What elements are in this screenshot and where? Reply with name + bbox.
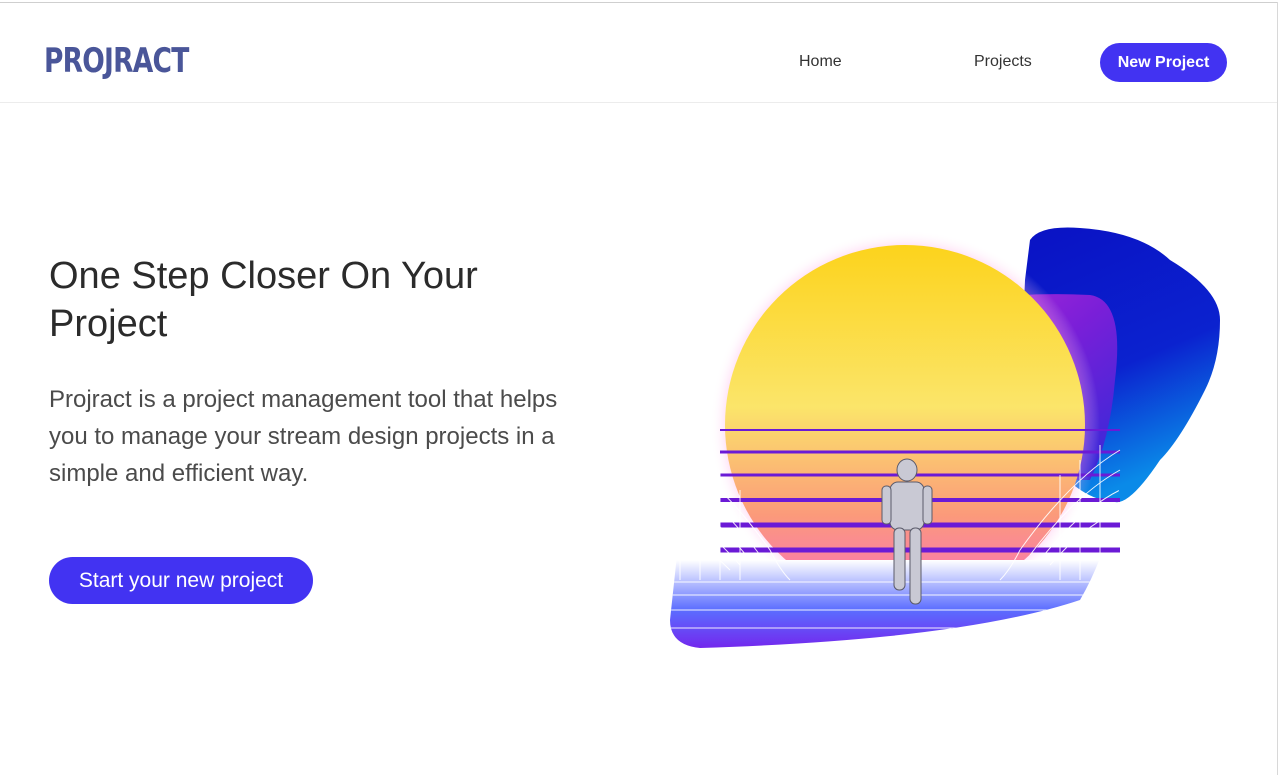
new-project-button[interactable]: New Project <box>1100 43 1227 82</box>
hero-description: Projract is a project management tool th… <box>49 386 558 487</box>
hero-illustration <box>670 227 1220 648</box>
start-project-button[interactable]: Start your new project <box>49 557 313 604</box>
hero-title: One Step Closer On Your Project <box>49 255 478 345</box>
nav-projects-link[interactable]: Projects <box>974 52 1032 72</box>
nav-home-link[interactable]: Home <box>799 52 842 72</box>
brand-logo[interactable]: PROJRACT <box>44 41 189 81</box>
navbar: PROJRACT Home Projects New Project <box>0 3 1277 103</box>
